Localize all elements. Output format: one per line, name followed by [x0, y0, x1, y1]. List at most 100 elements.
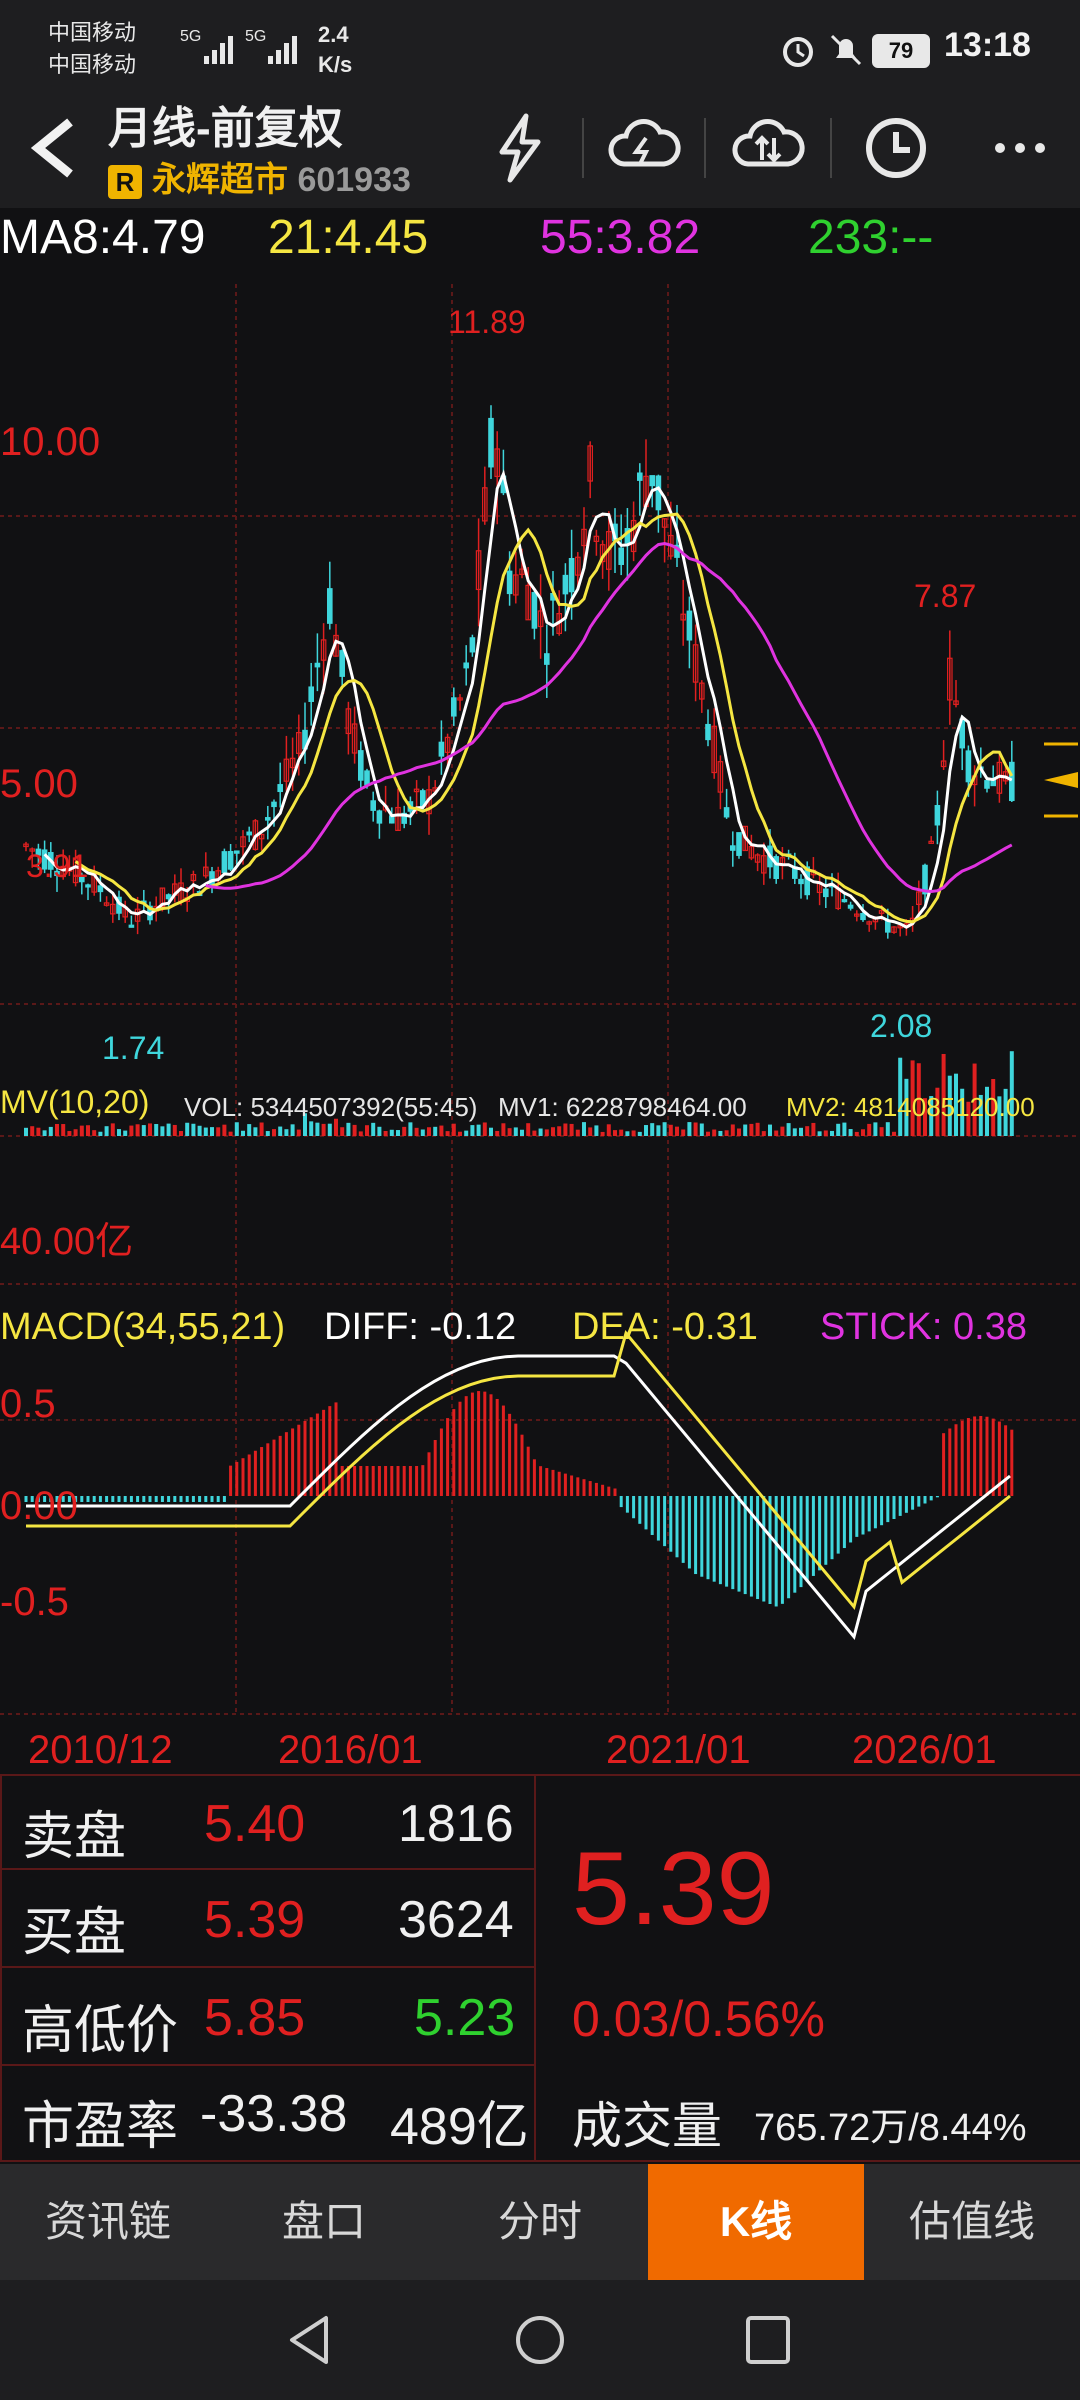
- nav-home-icon[interactable]: [510, 2310, 570, 2370]
- volume-bar: [247, 1124, 252, 1136]
- volume-bar: [259, 1122, 264, 1136]
- macd-bar: [1010, 1429, 1014, 1496]
- candle-body: [798, 878, 804, 885]
- macd-axis-zero: 0.00: [0, 1484, 78, 1528]
- cloud-sync-icon[interactable]: [728, 108, 808, 188]
- price-axis-high: 10.00: [0, 420, 101, 464]
- candle-body: [841, 899, 848, 903]
- macd-bar: [111, 1496, 115, 1502]
- tab-news-chain[interactable]: 资讯链: [0, 2164, 216, 2280]
- volume-bar: [495, 1130, 500, 1136]
- macd-bar: [179, 1496, 183, 1502]
- volume-bar: [36, 1127, 41, 1136]
- stock-identity[interactable]: R 永辉超市 601933: [108, 152, 411, 201]
- date-label-3: 2021/01: [606, 1728, 751, 1772]
- max-price-mark: 11.89: [448, 304, 526, 340]
- macd-bar: [768, 1496, 772, 1604]
- macd-dea: DEA: -0.31: [572, 1306, 758, 1348]
- macd-bar: [123, 1496, 127, 1502]
- volume-bar: [98, 1131, 103, 1136]
- macd-bar: [470, 1392, 474, 1496]
- macd-bar: [725, 1496, 729, 1587]
- rating-badge: R: [108, 165, 142, 199]
- volume-bar: [67, 1131, 72, 1136]
- candle-body: [488, 417, 494, 468]
- macd-bar: [855, 1496, 859, 1537]
- quote-panel: 卖盘 5.40 1816 买盘 5.39 3624 高低价 5.85 5.23 …: [0, 1774, 1080, 2164]
- candle-body: [376, 810, 383, 824]
- bid-label: 买盘: [22, 1904, 127, 1962]
- volume-bar: [110, 1123, 115, 1136]
- macd-bar: [297, 1424, 301, 1496]
- macd-bar: [545, 1468, 549, 1496]
- pe-value: -33.38: [200, 2085, 348, 2143]
- high-price: 5.85: [204, 1989, 306, 2047]
- volume-bar: [371, 1122, 376, 1136]
- candle-body: [847, 904, 854, 909]
- macd-bar: [198, 1496, 202, 1502]
- volume-bar: [365, 1125, 369, 1136]
- macd-bar: [191, 1496, 195, 1502]
- nav-back-icon[interactable]: [282, 2310, 342, 2370]
- tab-valuation[interactable]: 估值线: [864, 2164, 1080, 2280]
- macd-stick: STICK: 0.38: [820, 1306, 1027, 1348]
- volume-bar: [799, 1127, 803, 1136]
- macd-bar: [669, 1496, 673, 1552]
- volume-bar: [867, 1123, 872, 1136]
- signal-icon-2: [268, 36, 297, 64]
- system-nav-bar: [0, 2280, 1080, 2400]
- macd-bar: [160, 1496, 164, 1502]
- more-menu-icon[interactable]: [978, 108, 1058, 188]
- macd-bar: [712, 1496, 716, 1582]
- volume-bar: [662, 1122, 667, 1136]
- tab-order-book[interactable]: 盘口: [216, 2164, 432, 2280]
- macd-bar: [991, 1418, 995, 1496]
- back-arrow-icon[interactable]: [22, 108, 82, 188]
- volume-bar: [885, 1122, 890, 1136]
- volume-bar: [327, 1123, 332, 1136]
- volume-bar: [179, 1131, 183, 1136]
- nav-recents-icon[interactable]: [738, 2310, 798, 2370]
- volume-bar: [154, 1124, 159, 1136]
- macd-bar: [942, 1433, 946, 1496]
- volume-bar: [278, 1126, 283, 1136]
- volume-bar: [346, 1122, 351, 1136]
- macd-bar: [458, 1401, 462, 1496]
- lightning-icon[interactable]: [480, 108, 560, 188]
- macd-bar: [452, 1409, 456, 1496]
- macd-bar: [359, 1466, 363, 1496]
- net-type-1: 5G: [180, 28, 202, 45]
- tab-intraday[interactable]: 分时: [432, 2164, 648, 2280]
- macd-bar: [911, 1496, 915, 1510]
- candle-body: [723, 807, 730, 818]
- volume-bar: [582, 1122, 586, 1136]
- date-label-2: 2016/01: [278, 1728, 423, 1772]
- volume-indicator-name: MV(10,20): [0, 1084, 150, 1120]
- min-price-mark: 1.74: [102, 1030, 165, 1066]
- volume-bar: [699, 1123, 704, 1136]
- volume-bar: [712, 1129, 717, 1136]
- cloud-flash-icon[interactable]: [604, 108, 684, 188]
- candle-body: [636, 472, 643, 481]
- macd-bar: [805, 1496, 809, 1582]
- macd-bar: [402, 1466, 406, 1496]
- macd-bar: [129, 1496, 133, 1502]
- volume-bar: [675, 1126, 679, 1136]
- macd-bar: [98, 1496, 102, 1502]
- volume-bar: [520, 1129, 524, 1136]
- candle-body: [358, 750, 364, 781]
- history-clock-icon[interactable]: [856, 108, 936, 188]
- macd-bar: [873, 1496, 877, 1529]
- volume-bar: [842, 1122, 847, 1136]
- net-speed-value: 2.4: [318, 22, 349, 47]
- macd-bar: [756, 1496, 760, 1600]
- macd-bar: [272, 1439, 276, 1496]
- candle-body: [438, 741, 445, 757]
- volume-bar: [48, 1126, 53, 1136]
- volume-bar: [644, 1125, 648, 1136]
- tab-kline[interactable]: K线: [648, 2164, 864, 2280]
- macd-bar: [743, 1496, 747, 1595]
- candle-body: [308, 686, 315, 702]
- macd-bar: [601, 1484, 605, 1496]
- turnover-value: 765.72万/8.44%: [754, 2107, 1027, 2149]
